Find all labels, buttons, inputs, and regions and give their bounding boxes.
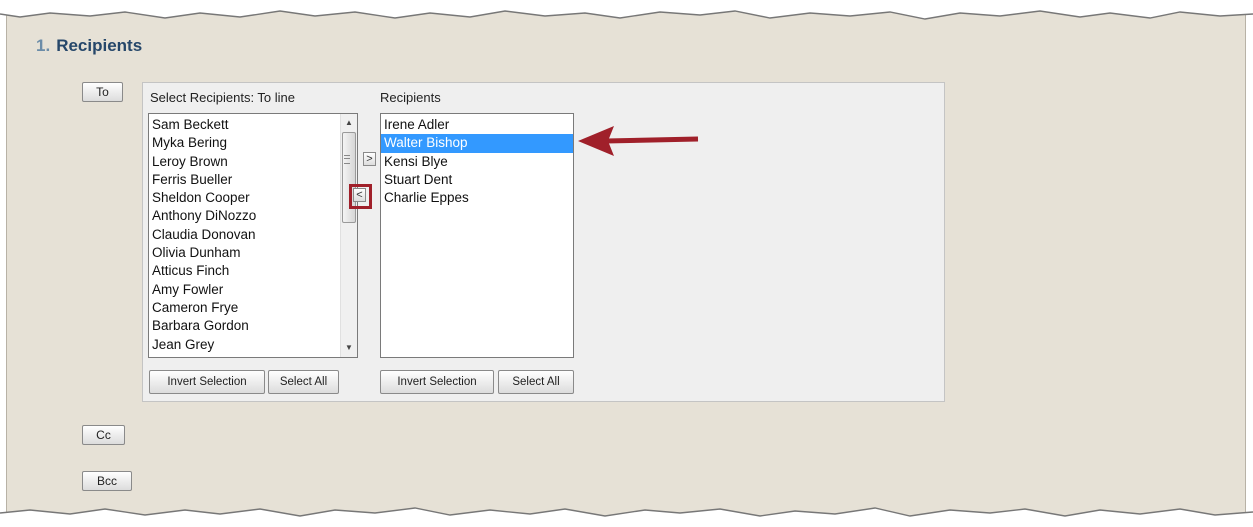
list-item[interactable]: Atticus Finch	[149, 262, 357, 280]
list-item[interactable]: Jean Grey	[149, 336, 357, 354]
add-recipient-button[interactable]: >	[363, 152, 376, 166]
to-button[interactable]: To	[82, 82, 123, 102]
list-item[interactable]: Olivia Dunham	[149, 244, 357, 262]
list-item[interactable]: Sheldon Cooper	[149, 189, 357, 207]
list-item[interactable]: Claudia Donovan	[149, 226, 357, 244]
selected-select-all-button[interactable]: Select All	[498, 370, 574, 394]
selected-recipients-list[interactable]: Irene Adler Walter Bishop Kensi Blye Stuart…	[380, 113, 574, 358]
bcc-button[interactable]: Bcc	[82, 471, 132, 491]
list-item[interactable]: Sam Beckett	[149, 116, 357, 134]
list-item[interactable]: Leroy Brown	[149, 153, 357, 171]
selected-list-label: Recipients	[380, 90, 441, 105]
callout-box	[349, 184, 372, 209]
torn-edge-top	[0, 0, 1253, 20]
list-item[interactable]: Ferris Bueller	[149, 171, 357, 189]
callout-arrow-icon	[578, 126, 699, 156]
list-item[interactable]: Myka Bering	[149, 134, 357, 152]
scroll-thumb[interactable]	[342, 132, 356, 223]
list-item[interactable]: Amy Fowler	[149, 281, 357, 299]
section-heading: Recipients	[56, 36, 143, 55]
cc-button[interactable]: Cc	[82, 425, 125, 445]
list-item[interactable]: Stuart Dent	[381, 171, 573, 189]
list-item[interactable]: Cameron Frye	[149, 299, 357, 317]
scroll-down-icon[interactable]: ▼	[341, 340, 357, 356]
available-invert-selection-button[interactable]: Invert Selection	[149, 370, 265, 394]
section-title: 1. Recipients	[36, 36, 142, 56]
selected-invert-selection-button[interactable]: Invert Selection	[380, 370, 494, 394]
list-item[interactable]: Walter Bishop	[381, 134, 573, 153]
list-item[interactable]: Barbara Gordon	[149, 317, 357, 335]
scroll-up-icon[interactable]: ▲	[341, 115, 357, 131]
section-number: 1.	[36, 36, 51, 55]
available-list-scrollbar[interactable]: ▲ ▼	[340, 114, 357, 357]
list-item[interactable]: Charlie Eppes	[381, 189, 573, 207]
available-select-all-button[interactable]: Select All	[268, 370, 339, 394]
scroll-grip-icon	[344, 155, 350, 164]
list-item[interactable]: Anthony DiNozzo	[149, 207, 357, 225]
recipient-picker: Select Recipients: To line Recipients Sa…	[142, 82, 945, 402]
list-item[interactable]: Irene Adler	[381, 116, 573, 134]
available-recipients-list[interactable]: Sam Beckett Myka Bering Leroy Brown Ferris …	[148, 113, 358, 358]
torn-edge-bottom	[0, 507, 1253, 527]
available-list-label: Select Recipients: To line	[150, 90, 296, 105]
list-item[interactable]: Kensi Blye	[381, 153, 573, 171]
